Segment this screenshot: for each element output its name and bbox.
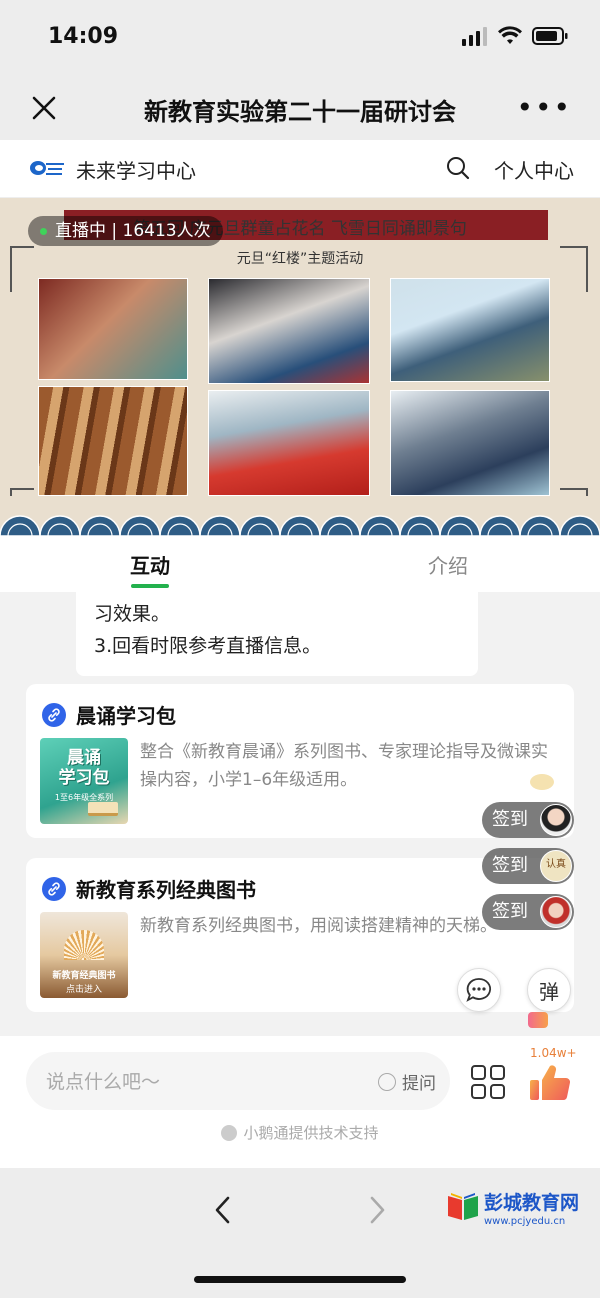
interaction-feed[interactable]: 习效果。 3.回看时限参考直播信息。 晨诵学习包 晨诵 学习包 1至6年级全系列… (0, 592, 600, 1036)
tab-introduction[interactable]: 介绍 (428, 550, 468, 579)
danmu-toggle-button[interactable]: 弹 (527, 968, 571, 1012)
status-icons (462, 26, 568, 46)
more-icon[interactable]: ••• (516, 94, 572, 122)
live-video-player[interactable]: 第五回 庆元旦群童占花名 飞雪日同诵即景句 元旦“红楼”主题活动 直播中 | 1… (0, 198, 600, 536)
link-icon (42, 702, 66, 727)
activity-photo (390, 278, 550, 382)
book-icon (88, 802, 118, 816)
support-text: 小鹅通提供技术支持 (243, 1124, 379, 1142)
home-indicator[interactable] (194, 1276, 406, 1283)
page-title: 新教育实验第二十一届研讨会 (144, 98, 456, 126)
frame-corner (560, 246, 588, 292)
watermark-title: 彭城教育网 (484, 1192, 580, 1214)
notice-line: 习效果。 (94, 603, 171, 625)
book-logo-icon (448, 1193, 478, 1220)
book-fan-icon (64, 930, 104, 960)
activity-photo (38, 278, 188, 380)
thumb-title: 晨诵 学习包 (58, 748, 110, 788)
live-dot-icon (40, 227, 47, 235)
avatar (540, 804, 572, 836)
reaction-icon (528, 1012, 548, 1028)
watermark: 彭城教育网 www.pcjyedu.cn (446, 1186, 594, 1244)
search-icon[interactable] (446, 156, 470, 180)
brand-bar: 未来学习中心 个人中心 (0, 140, 600, 198)
grid-menu-icon[interactable] (470, 1064, 506, 1100)
live-status-badge: 直播中 | 16413人次 (28, 216, 223, 246)
ask-question-toggle[interactable]: 提问 (378, 1069, 436, 1094)
avatar (540, 896, 572, 928)
activity-photo (208, 390, 370, 496)
card-thumbnail[interactable]: 晨诵 学习包 1至6年级全系列 (40, 738, 128, 824)
card-title: 新教育系列经典图书 (76, 878, 256, 902)
wave-pattern (0, 496, 600, 536)
radio-icon (378, 1072, 396, 1091)
checkin-bubble: 签到 (482, 802, 574, 838)
back-arrow-icon[interactable] (208, 1190, 238, 1230)
activity-photo (208, 278, 370, 384)
activity-photo (390, 390, 550, 496)
comment-input[interactable]: 说点什么吧～ 提问 (26, 1052, 450, 1110)
card-description: 整合《新教育晨诵》系列图书、专家理论指导及微课实操内容，小学1–6年级适用。 (140, 742, 548, 790)
notice-card: 习效果。 3.回看时限参考直播信息。 (76, 592, 478, 676)
link-icon (42, 876, 66, 901)
status-time: 14:09 (48, 24, 119, 49)
checkin-label: 签到 (492, 901, 528, 922)
brand-name[interactable]: 未来学习中心 (76, 155, 196, 184)
danmu-label: 弹 (539, 979, 559, 1004)
title-bar: 新教育实验第二十一届研讨会 ••• (0, 76, 600, 140)
checkin-bubble: 签到 认真 (482, 848, 574, 884)
comment-input-placeholder: 说点什么吧～ (46, 1071, 161, 1093)
ask-label: 提问 (402, 1074, 436, 1094)
card-header: 新教育系列经典图书 (42, 874, 256, 903)
frame-corner (10, 246, 34, 292)
live-viewers: 直播中 | 16413人次 (55, 221, 211, 241)
activity-photo (38, 386, 188, 496)
thumb-title: 新教育经典图书 (52, 971, 116, 981)
tab-bar: 互动 介绍 (0, 536, 600, 592)
avatar-text: 认真 (546, 859, 566, 870)
thumbs-up-icon[interactable] (528, 1062, 572, 1104)
wifi-icon (498, 26, 522, 44)
slide-subtitle: 元旦“红楼”主题活动 (236, 251, 364, 267)
checkin-label: 签到 (492, 809, 528, 830)
signal-icon (462, 27, 487, 46)
support-logo-icon (221, 1124, 238, 1141)
forward-arrow-icon[interactable] (362, 1190, 392, 1230)
tab-interaction[interactable]: 互动 (130, 550, 170, 579)
card-title: 晨诵学习包 (76, 704, 176, 728)
brand-logo-icon[interactable] (28, 154, 66, 182)
input-bar: 说点什么吧～ 提问 1.04w+ 小鹅通提供技术支持 (0, 1036, 600, 1168)
like-count: 1.04w+ (530, 1046, 577, 1060)
card-thumbnail[interactable]: 新教育经典图书 点击进入 (40, 912, 128, 998)
watermark-url: www.pcjyedu.cn (484, 1216, 566, 1227)
checkin-label: 签到 (492, 855, 528, 876)
comment-button[interactable] (457, 968, 501, 1012)
card-header: 晨诵学习包 (42, 700, 176, 729)
checkin-bubble: 签到 (482, 894, 574, 930)
avatar: 认真 (540, 850, 572, 882)
notice-line: 3.回看时限参考直播信息。 (94, 635, 322, 657)
chat-bubble-icon (466, 978, 491, 1002)
tab-active-indicator (131, 584, 169, 588)
battery-icon (532, 27, 568, 45)
browser-nav-bar: 彭城教育网 www.pcjyedu.cn (0, 1168, 600, 1298)
thumb-cta: 点击进入 (65, 985, 102, 995)
tech-support-note: 小鹅通提供技术支持 (0, 1122, 600, 1143)
user-center-link[interactable]: 个人中心 (494, 155, 574, 184)
reaction-icon (530, 774, 554, 790)
status-bar: 14:09 (0, 0, 600, 76)
